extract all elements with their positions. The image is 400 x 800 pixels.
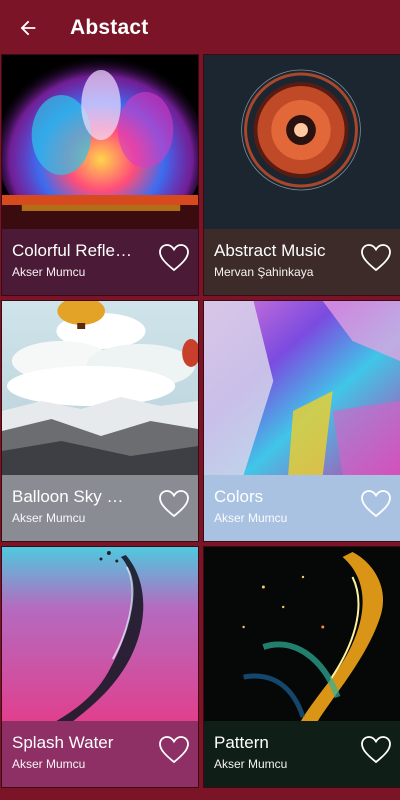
heart-icon[interactable]: [158, 735, 190, 765]
wallpaper-card[interactable]: Pattern Akser Mumcu: [203, 546, 400, 788]
wallpaper-title: Pattern: [214, 733, 269, 752]
back-button[interactable]: [0, 0, 56, 56]
page-title: Abstact: [70, 16, 149, 39]
wallpaper-title: Balloon Sky …: [12, 487, 124, 506]
app-bar: Abstact: [0, 0, 400, 56]
wallpaper-thumbnail: [2, 301, 198, 475]
wallpaper-thumbnail: [204, 55, 400, 229]
wallpaper-title: Colors: [214, 487, 264, 506]
wallpaper-thumbnail: [204, 547, 400, 721]
wallpaper-thumbnail: [2, 547, 198, 721]
wallpaper-card[interactable]: Splash Water Akser Mumcu: [1, 546, 199, 788]
wallpaper-thumbnail: [2, 55, 198, 229]
wallpaper-title: Abstract Music: [214, 241, 326, 260]
wallpaper-card[interactable]: Colors Akser Mumcu: [203, 300, 400, 542]
heart-icon[interactable]: [360, 243, 392, 273]
wallpaper-card[interactable]: Colorful Refle… Akser Mumcu: [1, 54, 199, 296]
wallpaper-card[interactable]: Balloon Sky … Akser Mumcu: [1, 300, 199, 542]
wallpaper-card[interactable]: Abstract Music Mervan Şahinkaya: [203, 54, 400, 296]
heart-icon[interactable]: [158, 489, 190, 519]
heart-icon[interactable]: [360, 489, 392, 519]
wallpaper-grid: Colorful Refle… Akser Mumcu Abstract Mus…: [1, 54, 400, 800]
wallpaper-title: Colorful Refle…: [12, 241, 132, 260]
wallpaper-title: Splash Water: [12, 733, 114, 752]
arrow-left-icon: [20, 20, 36, 36]
wallpaper-thumbnail: [204, 301, 400, 475]
heart-icon[interactable]: [158, 243, 190, 273]
heart-icon[interactable]: [360, 735, 392, 765]
